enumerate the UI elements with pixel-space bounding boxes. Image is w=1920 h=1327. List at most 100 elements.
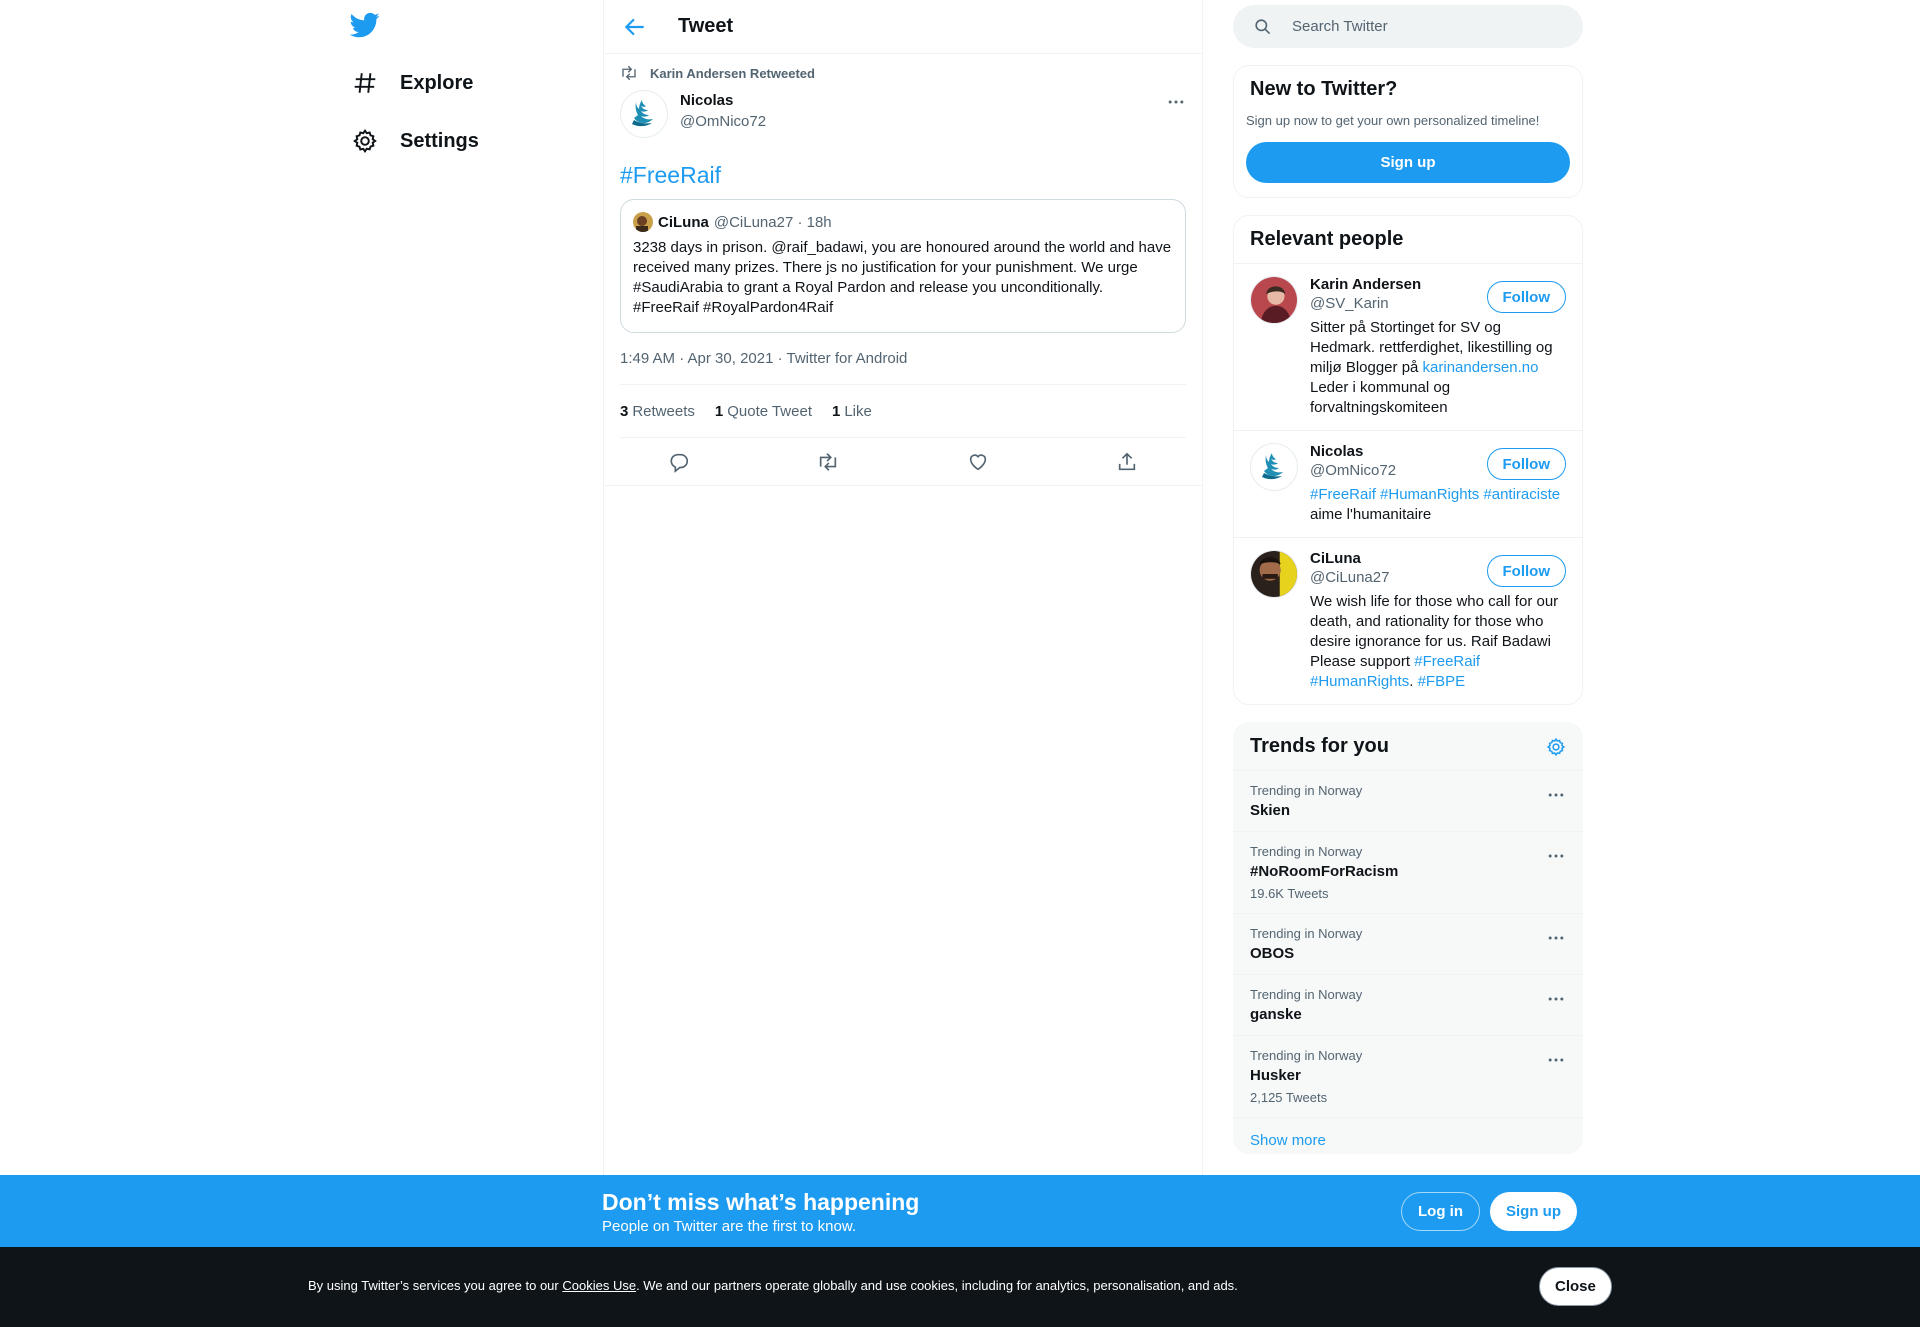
banner-signup-button[interactable]: Sign up xyxy=(1490,1192,1577,1231)
trends-card: Trends for you Trending in Norway Skien … xyxy=(1233,722,1583,1154)
new-to-twitter-title: New to Twitter? xyxy=(1250,78,1398,100)
cookies-use-link[interactable]: Cookies Use xyxy=(562,1278,636,1293)
trend-count: 2,125 Tweets xyxy=(1250,1090,1328,1105)
quote-handle-time: @CiLuna27 · 18h xyxy=(713,213,832,231)
more-options-icon[interactable] xyxy=(1546,928,1566,948)
trend-context: Trending in Norway xyxy=(1250,987,1363,1002)
retweeted-by[interactable]: Karin Andersen Retweeted xyxy=(650,66,815,81)
new-to-twitter-card: New to Twitter? Sign up now to get your … xyxy=(1233,65,1583,198)
more-options-icon[interactable] xyxy=(1546,846,1566,866)
twitter-bird-icon[interactable] xyxy=(348,10,382,40)
person-bio: Sitter på Stortinget for SV og Hedmark. … xyxy=(1310,319,1553,416)
bio-hashtags[interactable]: #FreeRaif #HumanRights #antiraciste xyxy=(1310,486,1560,503)
trend-count: 19.6K Tweets xyxy=(1250,886,1329,901)
likes-stat[interactable]: 1 Like xyxy=(832,403,872,420)
trend-context: Trending in Norway xyxy=(1250,783,1363,798)
person-bio: We wish life for those who call for our … xyxy=(1310,593,1559,690)
trend-name: Skien xyxy=(1250,802,1291,819)
avatar[interactable] xyxy=(1250,550,1298,598)
retweet-icon xyxy=(622,65,636,81)
person-nicolas[interactable]: Nicolas @OmNico72 #FreeRaif #HumanRights… xyxy=(1234,431,1582,538)
quotes-stat[interactable]: 1 Quote Tweet xyxy=(715,403,812,420)
avatar[interactable] xyxy=(620,90,668,138)
bio-hashtag[interactable]: #FreeRaif xyxy=(1414,653,1480,670)
follow-button[interactable]: Follow xyxy=(1486,448,1566,480)
signup-button[interactable]: Sign up xyxy=(1246,142,1570,183)
relevant-people-title: Relevant people xyxy=(1234,216,1582,264)
more-options-icon[interactable] xyxy=(1166,92,1186,112)
right-sidebar: Search Twitter New to Twitter? Sign up n… xyxy=(1233,0,1583,1154)
hand-logo-icon xyxy=(632,100,653,127)
cookie-text: By using Twitter’s services you agree to… xyxy=(308,1278,1238,1293)
bio-hashtag[interactable]: #FBPE xyxy=(1418,673,1466,690)
trends-header: Trends for you xyxy=(1234,723,1582,771)
trend-context: Trending in Norway xyxy=(1250,844,1363,859)
main-column: Tweet Karin Andersen Retweeted Nicolas @… xyxy=(603,0,1203,1175)
more-options-icon[interactable] xyxy=(1546,785,1566,805)
relevant-people-card: Relevant people Karin Andersen @SV_Karin… xyxy=(1233,215,1583,705)
share-icon[interactable] xyxy=(1116,451,1138,473)
hand-logo-icon xyxy=(1262,453,1283,480)
retweet-icon[interactable] xyxy=(817,451,839,473)
quote-text: 3238 days in prison. @raif_badawi, you a… xyxy=(633,239,1172,316)
banner-title: Don’t miss what’s happening xyxy=(602,1189,920,1215)
avatar[interactable] xyxy=(1250,443,1298,491)
trend-item[interactable]: Trending in Norway Skien xyxy=(1234,771,1582,832)
person-karin[interactable]: Karin Andersen @SV_Karin Sitter på Stort… xyxy=(1234,264,1582,431)
trend-name: OBOS xyxy=(1250,945,1295,962)
nav-explore[interactable]: Explore xyxy=(352,63,473,103)
tweet-stats: 3 Retweets 1 Quote Tweet 1 Like xyxy=(620,385,1186,438)
search-box[interactable]: Search Twitter xyxy=(1233,5,1583,48)
author-name[interactable]: Nicolas xyxy=(680,92,766,109)
page-title: Tweet xyxy=(678,15,734,37)
retweet-context: Karin Andersen Retweeted xyxy=(620,64,1186,82)
reply-icon[interactable] xyxy=(668,451,690,473)
person-ciluna[interactable]: CiLuna @CiLuna27 We wish life for those … xyxy=(1234,538,1582,704)
trend-name: #NoRoomForRacism xyxy=(1250,863,1399,880)
more-options-icon[interactable] xyxy=(1546,989,1566,1009)
new-to-twitter-subtitle: Sign up now to get your own personalized… xyxy=(1246,113,1540,128)
nav-settings-label: Settings xyxy=(400,129,479,152)
trend-item[interactable]: Trending in Norway Husker 2,125 Tweets xyxy=(1234,1036,1582,1118)
person-bio: #FreeRaif #HumanRights #antiraciste aime… xyxy=(1310,486,1561,523)
quote-avatar xyxy=(633,212,653,232)
search-icon xyxy=(1255,19,1271,35)
trend-context: Trending in Norway xyxy=(1250,1048,1363,1063)
more-options-icon[interactable] xyxy=(1546,1050,1566,1070)
nav-explore-label: Explore xyxy=(400,71,474,94)
tweet-text[interactable]: #FreeRaif xyxy=(620,162,1186,189)
avatar[interactable] xyxy=(1250,276,1298,324)
follow-button[interactable]: Follow xyxy=(1486,555,1566,587)
search-input[interactable]: Search Twitter xyxy=(1292,18,1388,35)
show-more-link[interactable]: Show more xyxy=(1234,1118,1582,1153)
gear-icon xyxy=(353,129,377,154)
hashtag-icon xyxy=(354,73,376,93)
nav-settings[interactable]: Settings xyxy=(352,121,479,161)
trend-name: Husker xyxy=(1250,1067,1301,1084)
tweet: Karin Andersen Retweeted Nicolas @OmNico… xyxy=(604,64,1202,486)
retweets-stat[interactable]: 3 Retweets xyxy=(620,403,695,420)
page-header: Tweet xyxy=(604,0,1202,54)
close-button[interactable]: Close xyxy=(1539,1267,1612,1306)
quoted-tweet[interactable]: CiLuna @CiLuna27 · 18h 3238 days in pris… xyxy=(620,199,1186,333)
tweet-meta[interactable]: 1:49 AM · Apr 30, 2021 · Twitter for And… xyxy=(620,350,1186,385)
back-arrow-icon[interactable] xyxy=(622,14,648,40)
banner-subtitle: People on Twitter are the first to know. xyxy=(602,1218,857,1235)
trend-context: Trending in Norway xyxy=(1250,926,1363,941)
trend-name: ganske xyxy=(1250,1006,1302,1023)
follow-button[interactable]: Follow xyxy=(1486,281,1566,313)
tweet-actions xyxy=(604,438,1202,486)
trend-item[interactable]: Trending in Norway ganske xyxy=(1234,975,1582,1036)
trend-item[interactable]: Trending in Norway OBOS xyxy=(1234,914,1582,975)
signup-banner: Don’t miss what’s happening People on Tw… xyxy=(0,1175,1920,1247)
bio-link[interactable]: karinandersen.no xyxy=(1423,359,1539,376)
login-button[interactable]: Log in xyxy=(1401,1192,1480,1231)
like-icon[interactable] xyxy=(967,451,989,473)
author-handle[interactable]: @OmNico72 xyxy=(680,113,766,130)
tweet-author: Nicolas @OmNico72 xyxy=(620,90,1186,138)
cookie-banner: By using Twitter’s services you agree to… xyxy=(0,1247,1920,1327)
quote-author-name: CiLuna xyxy=(658,213,709,231)
gear-icon[interactable] xyxy=(1546,737,1566,757)
bio-hashtag[interactable]: #HumanRights xyxy=(1310,673,1409,690)
trend-item[interactable]: Trending in Norway #NoRoomForRacism 19.6… xyxy=(1234,832,1582,914)
